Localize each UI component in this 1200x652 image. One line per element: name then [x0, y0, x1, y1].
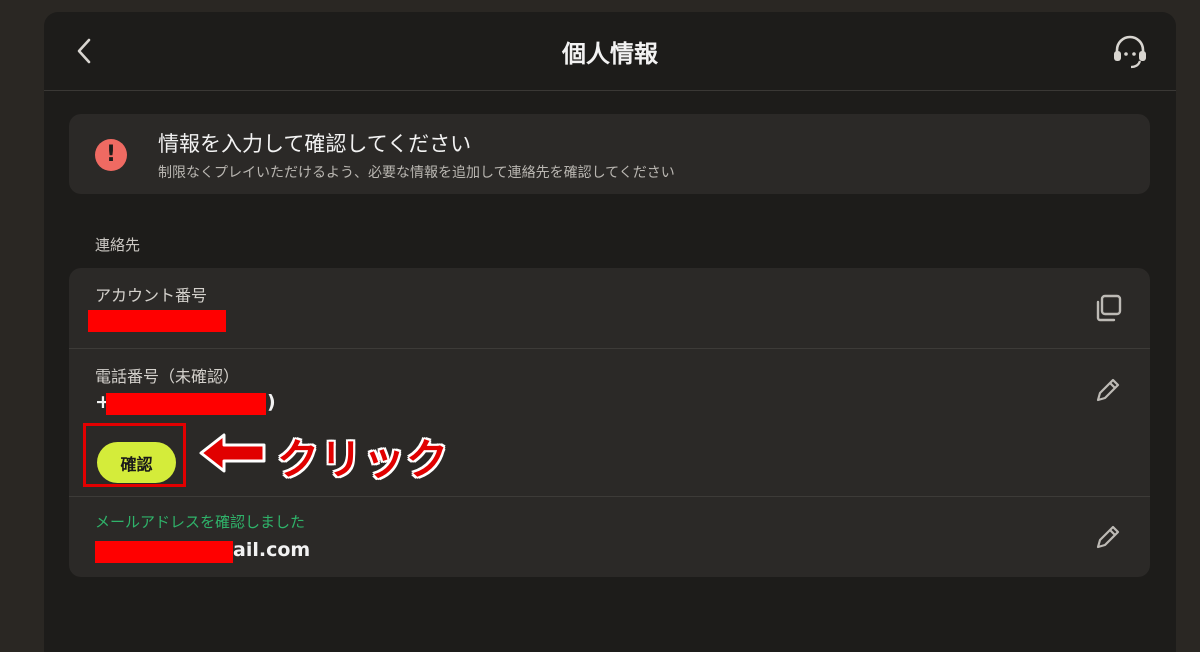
- alert-title: 情報を入力して確認してください: [158, 132, 472, 156]
- phone-number-label: 電話番号（未確認）: [95, 367, 240, 386]
- pencil-icon: [1096, 525, 1120, 549]
- verification-alert: ! 情報を入力して確認してください 制限なくプレイいただけるよう、必要な情報を追…: [69, 114, 1150, 194]
- phone-suffix: ): [267, 391, 276, 413]
- annotation-arrow-left-icon: [199, 433, 266, 473]
- support-button[interactable]: [1110, 34, 1150, 70]
- email-row: メールアドレスを確認しました ail.com: [69, 497, 1150, 577]
- copy-button[interactable]: [1092, 292, 1124, 324]
- edit-phone-button[interactable]: [1092, 374, 1124, 406]
- email-verified-status: メールアドレスを確認しました: [95, 513, 306, 531]
- redacted-email-address: [95, 541, 233, 563]
- account-number-label: アカウント番号: [95, 286, 208, 305]
- redacted-account-number: [88, 310, 226, 332]
- phone-number-row: 電話番号（未確認） + ) 確認: [69, 348, 1150, 497]
- page-title: 個人情報: [562, 40, 658, 68]
- email-visible-domain: ail.com: [233, 539, 311, 561]
- redacted-phone-number: [106, 393, 266, 415]
- page-header: 個人情報: [44, 12, 1176, 91]
- pencil-icon: [1096, 378, 1120, 402]
- annotation-highlight-box: [83, 423, 186, 487]
- copy-icon: [1096, 294, 1122, 322]
- contact-section-label: 連絡先: [95, 236, 141, 254]
- edit-email-button[interactable]: [1092, 521, 1124, 553]
- exclamation-icon: !: [95, 139, 127, 171]
- annotation-click-label: クリック: [277, 435, 450, 484]
- contact-card: アカウント番号 電話番号（未確認） + ) 確認 メールアドレスを確認しました …: [69, 268, 1150, 577]
- alert-description: 制限なくプレイいただけるよう、必要な情報を追加して連絡先を確認してください: [158, 165, 675, 181]
- personal-info-panel: 個人情報 ! 情報を入力して確認してください 制限なくプレイいただけるよう、必要…: [44, 12, 1176, 652]
- headset-icon: [1114, 35, 1146, 69]
- account-number-row: アカウント番号: [69, 268, 1150, 349]
